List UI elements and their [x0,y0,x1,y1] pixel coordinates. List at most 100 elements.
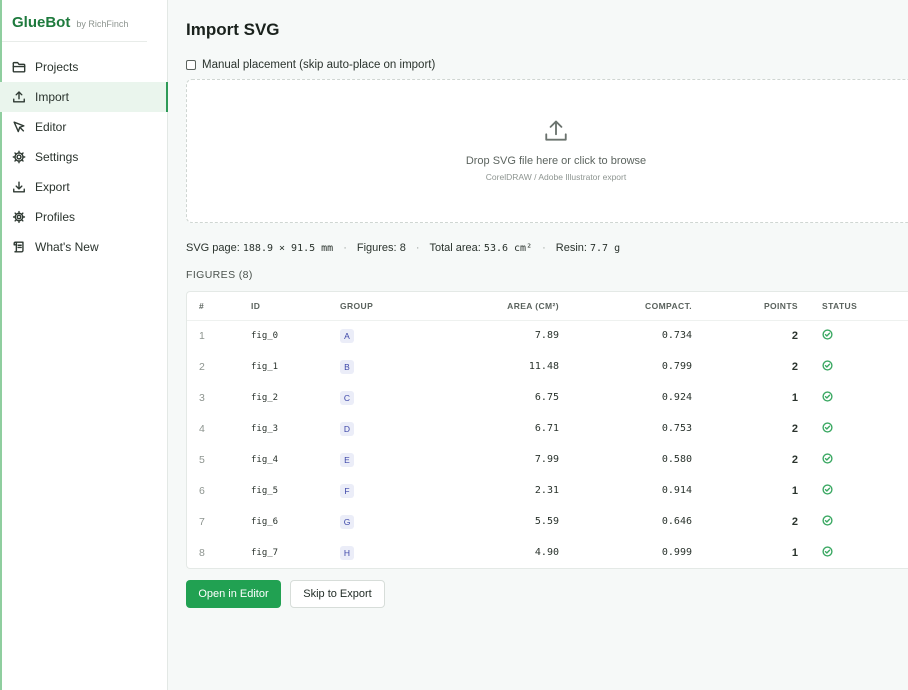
skip-to-export-button[interactable]: Skip to Export [290,580,385,608]
figure-compactness: 0.580 [661,454,692,465]
figure-compactness: 0.734 [661,330,692,342]
row-number: 2 [199,360,205,373]
separator: · [343,242,347,254]
status-ok-icon [822,329,833,343]
sidebar-item-label: Settings [35,150,79,164]
sidebar-item-export[interactable]: Export [0,172,167,202]
sidebar-item-label: Profiles [35,210,76,224]
table-row[interactable]: 5 fig_4 E 7.99 0.580 2 [187,444,908,475]
figures-table-body: 1 fig_0 A 7.89 0.734 2 2 fig_1 B 11.48 0.799 2 3 fig_… [187,320,908,568]
figure-status-cell [798,382,908,413]
row-number: 1 [199,329,205,342]
status-ok-icon [822,359,833,374]
profile-gear-icon [12,210,26,224]
row-number: 8 [199,546,205,559]
figure-compactness: 0.999 [661,547,692,558]
sidebar-item-label: What's New [35,240,99,254]
status-ok-icon [822,421,833,436]
row-number: 5 [199,453,205,466]
table-row[interactable]: 8 fig_7 H 4.90 0.999 1 [187,537,908,568]
group-badge: E [340,452,354,467]
brand-name: GlueBot [12,14,71,31]
figure-status-cell [798,444,908,475]
figure-status-cell [798,475,908,506]
sidebar-item-profiles[interactable]: Profiles [0,202,167,232]
table-header-row: # ID GROUP AREA (CM²) COMPACT. POINTS ST… [187,292,908,321]
figure-points: 1 [791,484,798,497]
sidebar-item-import[interactable]: Import [0,82,168,112]
column-header-group: GROUP [340,292,410,321]
open-in-editor-button[interactable]: Open in Editor [186,580,281,608]
svg-dropzone[interactable]: Drop SVG file here or click to browse Co… [186,79,908,223]
sidebar-item-label: Projects [35,60,79,74]
figures-count-value: 8 [399,242,406,254]
gear-icon [12,150,26,164]
column-header-status: STATUS [798,292,908,321]
main-content: Import SVG Manual placement (skip auto-p… [168,0,908,690]
group-badge: F [340,483,354,498]
figure-id: fig_7 [251,547,279,558]
figure-area: 7.89 [534,330,559,342]
column-header-area: AREA (CM²) [410,292,559,321]
figure-group-cell: A [340,320,410,351]
figure-points: 1 [791,546,798,559]
row-number: 6 [199,484,205,497]
figure-compactness: 0.753 [661,423,692,434]
figure-points: 2 [791,515,798,528]
status-ok-icon [822,545,833,560]
figure-group-cell: F [340,475,410,506]
figure-id: fig_5 [251,485,279,496]
sidebar-item-whats-new[interactable]: What's New [0,232,167,262]
figure-status-cell [798,537,908,568]
table-row[interactable]: 1 fig_0 A 7.89 0.734 2 [187,320,908,351]
action-bar: Open in Editor Skip to Export [186,580,908,608]
figure-id: fig_3 [251,423,279,434]
figure-group-cell: C [340,382,410,413]
separator: · [542,242,546,254]
app-window: GlueBot by RichFinch Projects Import Edi… [0,0,908,690]
figure-group-cell: H [340,537,410,568]
table-row[interactable]: 4 fig_3 D 6.71 0.753 2 [187,413,908,444]
sidebar-item-label: Import [35,90,70,104]
figure-id: fig_4 [251,454,279,465]
status-ok-icon [822,483,833,498]
column-header-compactness: COMPACT. [559,292,692,321]
figure-area: 11.48 [528,361,559,372]
download-icon [12,180,26,194]
total-area-value: 53.6 cm² [483,242,533,254]
figure-points: 2 [791,360,798,373]
figure-compactness: 0.914 [661,485,692,496]
sidebar-item-projects[interactable]: Projects [0,52,167,82]
group-badge: G [340,514,354,529]
row-number: 4 [199,422,205,435]
row-number: 7 [199,515,205,528]
figure-area: 7.99 [534,454,559,465]
table-row[interactable]: 7 fig_6 G 5.59 0.646 2 [187,506,908,537]
figure-group-cell: B [340,351,410,382]
group-badge: D [340,421,354,436]
status-ok-icon [822,390,833,405]
group-badge: C [340,390,354,405]
sidebar-item-label: Editor [35,120,67,134]
group-badge: A [340,328,354,343]
resin-value: 7.7 g [590,242,621,254]
table-row[interactable]: 6 fig_5 F 2.31 0.914 1 [187,475,908,506]
brand-byline: by RichFinch [76,19,129,29]
sidebar: GlueBot by RichFinch Projects Import Edi… [0,0,168,690]
svg-stats: SVG page: 188.9 × 91.5 mm · Figures: 8 ·… [186,241,908,255]
column-header-points: POINTS [692,292,798,321]
figure-area: 5.59 [534,516,559,527]
figure-compactness: 0.924 [661,392,692,403]
figure-group-cell: G [340,506,410,537]
table-row[interactable]: 3 fig_2 C 6.75 0.924 1 [187,382,908,413]
manual-placement-checkbox[interactable] [186,60,196,70]
sidebar-item-label: Export [35,180,70,194]
figure-id: fig_1 [251,361,279,372]
page-size-label: SVG page: [186,242,240,254]
status-ok-icon [822,514,833,529]
sidebar-item-editor[interactable]: Editor [0,112,167,142]
figure-area: 2.31 [534,485,559,496]
table-row[interactable]: 2 fig_1 B 11.48 0.799 2 [187,351,908,382]
sidebar-item-settings[interactable]: Settings [0,142,167,172]
manual-placement-option[interactable]: Manual placement (skip auto-place on imp… [186,58,908,72]
